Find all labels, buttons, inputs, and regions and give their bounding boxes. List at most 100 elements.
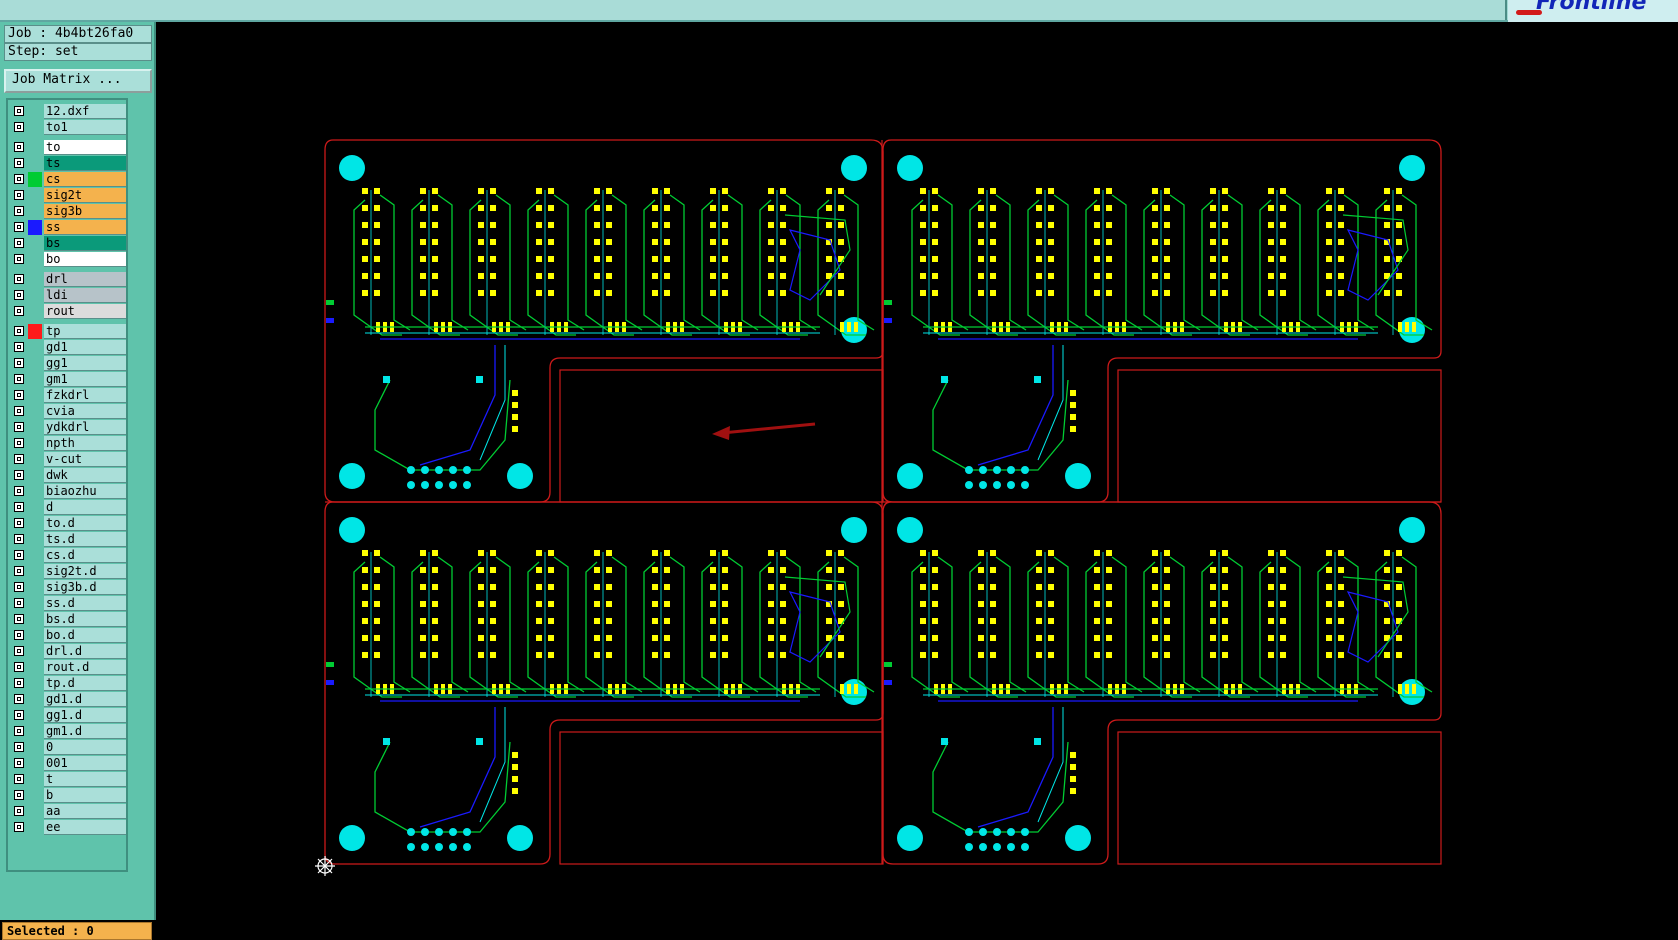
layer-visibility-checkbox[interactable] xyxy=(14,206,24,216)
layer-color-swatch[interactable] xyxy=(28,820,42,835)
layer-visibility-checkbox[interactable] xyxy=(14,306,24,316)
layer-row-0[interactable]: 0 xyxy=(12,740,130,755)
layer-row-12-dxf[interactable]: 12.dxf xyxy=(12,104,130,119)
layer-visibility-checkbox[interactable] xyxy=(14,406,24,416)
layer-row-bs[interactable]: bs xyxy=(12,236,130,251)
layer-color-swatch[interactable] xyxy=(28,804,42,819)
layer-color-swatch[interactable] xyxy=(28,596,42,611)
layer-color-swatch[interactable] xyxy=(28,372,42,387)
layer-row-d[interactable]: d xyxy=(12,500,130,515)
layer-row-t[interactable]: t xyxy=(12,772,130,787)
layer-color-swatch[interactable] xyxy=(28,220,42,235)
layer-color-swatch[interactable] xyxy=(28,436,42,451)
layer-visibility-checkbox[interactable] xyxy=(14,290,24,300)
layer-row-ts[interactable]: ts xyxy=(12,156,130,171)
layer-color-swatch[interactable] xyxy=(28,660,42,675)
layer-row-v-cut[interactable]: v-cut xyxy=(12,452,130,467)
layer-visibility-checkbox[interactable] xyxy=(14,742,24,752)
layer-row-rout[interactable]: rout xyxy=(12,304,130,319)
layer-row-gd1[interactable]: gd1 xyxy=(12,340,130,355)
layer-visibility-checkbox[interactable] xyxy=(14,470,24,480)
layer-visibility-checkbox[interactable] xyxy=(14,502,24,512)
layer-color-swatch[interactable] xyxy=(28,272,42,287)
layer-row-to-d[interactable]: to.d xyxy=(12,516,130,531)
layer-visibility-checkbox[interactable] xyxy=(14,534,24,544)
layer-color-swatch[interactable] xyxy=(28,628,42,643)
layer-visibility-checkbox[interactable] xyxy=(14,582,24,592)
layer-color-swatch[interactable] xyxy=(28,580,42,595)
layer-row-fzkdrl[interactable]: fzkdrl xyxy=(12,388,130,403)
layer-color-swatch[interactable] xyxy=(28,340,42,355)
layer-color-swatch[interactable] xyxy=(28,288,42,303)
graphics-canvas[interactable] xyxy=(156,22,1678,920)
layer-visibility-checkbox[interactable] xyxy=(14,566,24,576)
layer-visibility-checkbox[interactable] xyxy=(14,662,24,672)
job-matrix-button[interactable]: Job Matrix ... xyxy=(4,69,152,93)
layer-row-npth[interactable]: npth xyxy=(12,436,130,451)
layer-color-swatch[interactable] xyxy=(28,772,42,787)
layer-visibility-checkbox[interactable] xyxy=(14,122,24,132)
layer-row-gd1-d[interactable]: gd1.d xyxy=(12,692,130,707)
layer-row-dwk[interactable]: dwk xyxy=(12,468,130,483)
layer-row-sig2t[interactable]: sig2t xyxy=(12,188,130,203)
layer-visibility-checkbox[interactable] xyxy=(14,326,24,336)
layer-row-b[interactable]: b xyxy=(12,788,130,803)
layer-color-swatch[interactable] xyxy=(28,404,42,419)
layer-row-gg1-d[interactable]: gg1.d xyxy=(12,708,130,723)
layer-color-swatch[interactable] xyxy=(28,304,42,319)
layer-row-ydkdrl[interactable]: ydkdrl xyxy=(12,420,130,435)
layer-row-ldi[interactable]: ldi xyxy=(12,288,130,303)
layer-color-swatch[interactable] xyxy=(28,788,42,803)
layer-visibility-checkbox[interactable] xyxy=(14,390,24,400)
layer-row-sig3b[interactable]: sig3b xyxy=(12,204,130,219)
layer-row-ss[interactable]: ss xyxy=(12,220,130,235)
layer-visibility-checkbox[interactable] xyxy=(14,774,24,784)
layer-visibility-checkbox[interactable] xyxy=(14,630,24,640)
layer-color-swatch[interactable] xyxy=(28,388,42,403)
layer-visibility-checkbox[interactable] xyxy=(14,790,24,800)
layer-row-sig3b-d[interactable]: sig3b.d xyxy=(12,580,130,595)
layer-visibility-checkbox[interactable] xyxy=(14,710,24,720)
layer-visibility-checkbox[interactable] xyxy=(14,238,24,248)
layer-row-tp-d[interactable]: tp.d xyxy=(12,676,130,691)
layer-row-gm1-d[interactable]: gm1.d xyxy=(12,724,130,739)
layer-visibility-checkbox[interactable] xyxy=(14,486,24,496)
layer-row-ss-d[interactable]: ss.d xyxy=(12,596,130,611)
layer-visibility-checkbox[interactable] xyxy=(14,158,24,168)
menu-strip[interactable] xyxy=(0,0,1507,20)
layer-visibility-checkbox[interactable] xyxy=(14,142,24,152)
layer-visibility-checkbox[interactable] xyxy=(14,174,24,184)
layer-color-swatch[interactable] xyxy=(28,548,42,563)
layer-color-swatch[interactable] xyxy=(28,676,42,691)
layer-row-sig2t-d[interactable]: sig2t.d xyxy=(12,564,130,579)
layer-row-ee[interactable]: ee xyxy=(12,820,130,835)
layer-visibility-checkbox[interactable] xyxy=(14,518,24,528)
layer-color-swatch[interactable] xyxy=(28,120,42,135)
layer-visibility-checkbox[interactable] xyxy=(14,454,24,464)
layer-row-ts-d[interactable]: ts.d xyxy=(12,532,130,547)
layer-color-swatch[interactable] xyxy=(28,140,42,155)
layer-row-to[interactable]: to xyxy=(12,140,130,155)
layer-color-swatch[interactable] xyxy=(28,516,42,531)
layer-color-swatch[interactable] xyxy=(28,420,42,435)
layer-visibility-checkbox[interactable] xyxy=(14,358,24,368)
layer-visibility-checkbox[interactable] xyxy=(14,274,24,284)
layer-row-cvia[interactable]: cvia xyxy=(12,404,130,419)
layer-row-aa[interactable]: aa xyxy=(12,804,130,819)
layer-color-swatch[interactable] xyxy=(28,172,42,187)
layer-visibility-checkbox[interactable] xyxy=(14,342,24,352)
layer-visibility-checkbox[interactable] xyxy=(14,222,24,232)
layer-row-bs-d[interactable]: bs.d xyxy=(12,612,130,627)
layer-row-bo[interactable]: bo xyxy=(12,252,130,267)
layer-visibility-checkbox[interactable] xyxy=(14,726,24,736)
layer-color-swatch[interactable] xyxy=(28,252,42,267)
layer-color-swatch[interactable] xyxy=(28,188,42,203)
layer-row-biaozhu[interactable]: biaozhu xyxy=(12,484,130,499)
layer-color-swatch[interactable] xyxy=(28,692,42,707)
layer-visibility-checkbox[interactable] xyxy=(14,190,24,200)
layer-row-001[interactable]: 001 xyxy=(12,756,130,771)
layer-visibility-checkbox[interactable] xyxy=(14,678,24,688)
layer-color-swatch[interactable] xyxy=(28,204,42,219)
layer-color-swatch[interactable] xyxy=(28,708,42,723)
layer-color-swatch[interactable] xyxy=(28,500,42,515)
